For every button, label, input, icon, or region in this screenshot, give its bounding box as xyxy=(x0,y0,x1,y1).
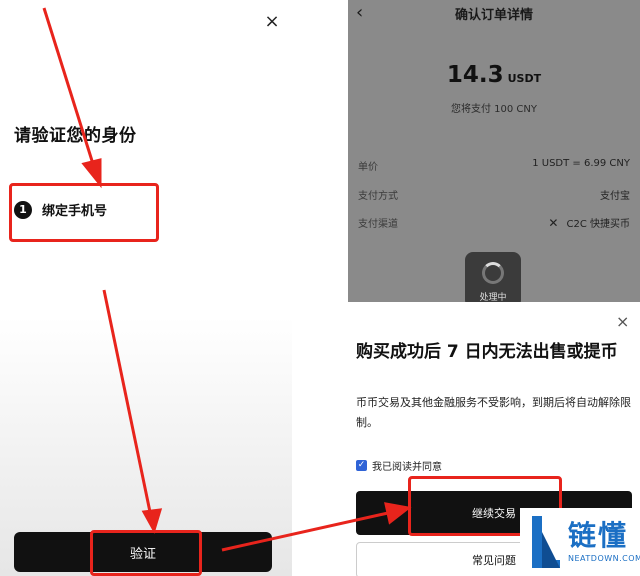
logo-subtext: NEATDOWN.COM xyxy=(568,554,640,563)
arrow-to-continue-head xyxy=(384,502,412,525)
annotation-arrows xyxy=(42,7,412,552)
site-logo: 链懂 NEATDOWN.COM xyxy=(520,508,640,576)
logo-mark-icon xyxy=(532,516,560,568)
arrow-to-continue-line xyxy=(221,511,389,552)
arrow-to-step-head xyxy=(81,158,102,189)
arrow-to-step-line xyxy=(42,7,95,165)
arrow-to-verify-head xyxy=(141,508,163,534)
arrow-to-verify-line xyxy=(102,289,152,513)
logo-text: 链懂 xyxy=(568,519,629,552)
